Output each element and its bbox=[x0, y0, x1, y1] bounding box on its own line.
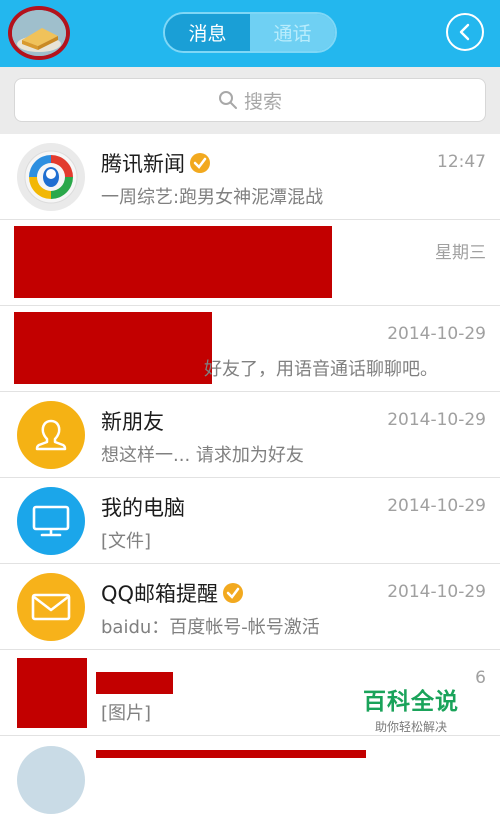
verified-badge-icon bbox=[190, 153, 210, 173]
chat-preview: [文件] bbox=[101, 531, 152, 552]
search-icon bbox=[218, 91, 237, 109]
search-area: 搜索 bbox=[0, 67, 500, 134]
tab-messages[interactable]: 消息 bbox=[165, 14, 250, 51]
message-call-switch: 消息 通话 bbox=[163, 12, 337, 53]
chat-time: 2014-10-29 bbox=[387, 410, 486, 430]
tab-calls[interactable]: 通话 bbox=[250, 14, 335, 51]
search-input[interactable]: 搜索 bbox=[14, 78, 486, 122]
chat-item-redacted-1[interactable]: 星期三 bbox=[0, 220, 500, 306]
chat-preview: 想这样一... 请求加为好友 bbox=[101, 445, 304, 466]
chat-time: 6 bbox=[475, 668, 486, 688]
chat-name: 我的电脑 bbox=[101, 496, 185, 520]
redaction-block bbox=[14, 312, 212, 384]
chat-item-partial[interactable] bbox=[0, 736, 500, 822]
search-placeholder: 搜索 bbox=[243, 90, 282, 113]
chat-preview: 好友了，用语音通话聊聊吧。 bbox=[204, 359, 438, 380]
partial-avatar bbox=[17, 746, 85, 814]
chat-name: QQ邮箱提醒 bbox=[101, 578, 244, 608]
chevron-left-icon bbox=[459, 23, 470, 41]
redaction-block bbox=[96, 672, 173, 694]
chat-item-redacted-2[interactable]: 好友了，用语音通话聊聊吧。 2014-10-29 bbox=[0, 306, 500, 392]
chat-item-tencent-news[interactable]: 腾讯新闻 一周综艺:跑男女神泥潭混战 12:47 bbox=[0, 134, 500, 220]
chat-time: 星期三 bbox=[435, 243, 486, 263]
chat-preview: baidu：百度帐号-帐号激活 bbox=[101, 617, 320, 638]
verified-badge-icon bbox=[223, 583, 244, 603]
chat-name: 腾讯新闻 bbox=[101, 148, 211, 178]
watermark: 百科全说 助你轻松解决 bbox=[356, 682, 466, 735]
chat-item-new-friends[interactable]: 新朋友 想这样一... 请求加为好友 2014-10-29 bbox=[0, 392, 500, 478]
tencent-news-icon bbox=[17, 143, 85, 211]
computer-icon bbox=[17, 487, 85, 555]
redaction-block bbox=[14, 226, 332, 298]
chat-item-qq-mail[interactable]: QQ邮箱提醒 baidu：百度帐号-帐号激活 2014-10-29 bbox=[0, 564, 500, 650]
chat-time: 12:47 bbox=[437, 152, 486, 172]
chat-item-my-computer[interactable]: 我的电脑 [文件] 2014-10-29 bbox=[0, 478, 500, 564]
chat-preview: [图片] bbox=[101, 703, 152, 724]
watermark-subtitle: 助你轻松解决 bbox=[374, 720, 447, 734]
chat-time: 2014-10-29 bbox=[387, 496, 486, 516]
chat-preview: 一周综艺:跑男女神泥潭混战 bbox=[101, 187, 324, 208]
chat-name: 新朋友 bbox=[101, 410, 164, 434]
watermark-title: 百科全说 bbox=[363, 689, 459, 715]
new-friend-icon bbox=[17, 401, 85, 469]
mail-icon bbox=[17, 573, 85, 641]
redaction-block bbox=[96, 750, 366, 758]
top-bar: 消息 通话 bbox=[0, 0, 500, 67]
back-button[interactable] bbox=[446, 13, 484, 51]
chat-time: 2014-10-29 bbox=[387, 324, 486, 344]
redaction-block bbox=[17, 658, 87, 728]
chat-time: 2014-10-29 bbox=[387, 582, 486, 602]
user-avatar[interactable] bbox=[8, 6, 70, 60]
